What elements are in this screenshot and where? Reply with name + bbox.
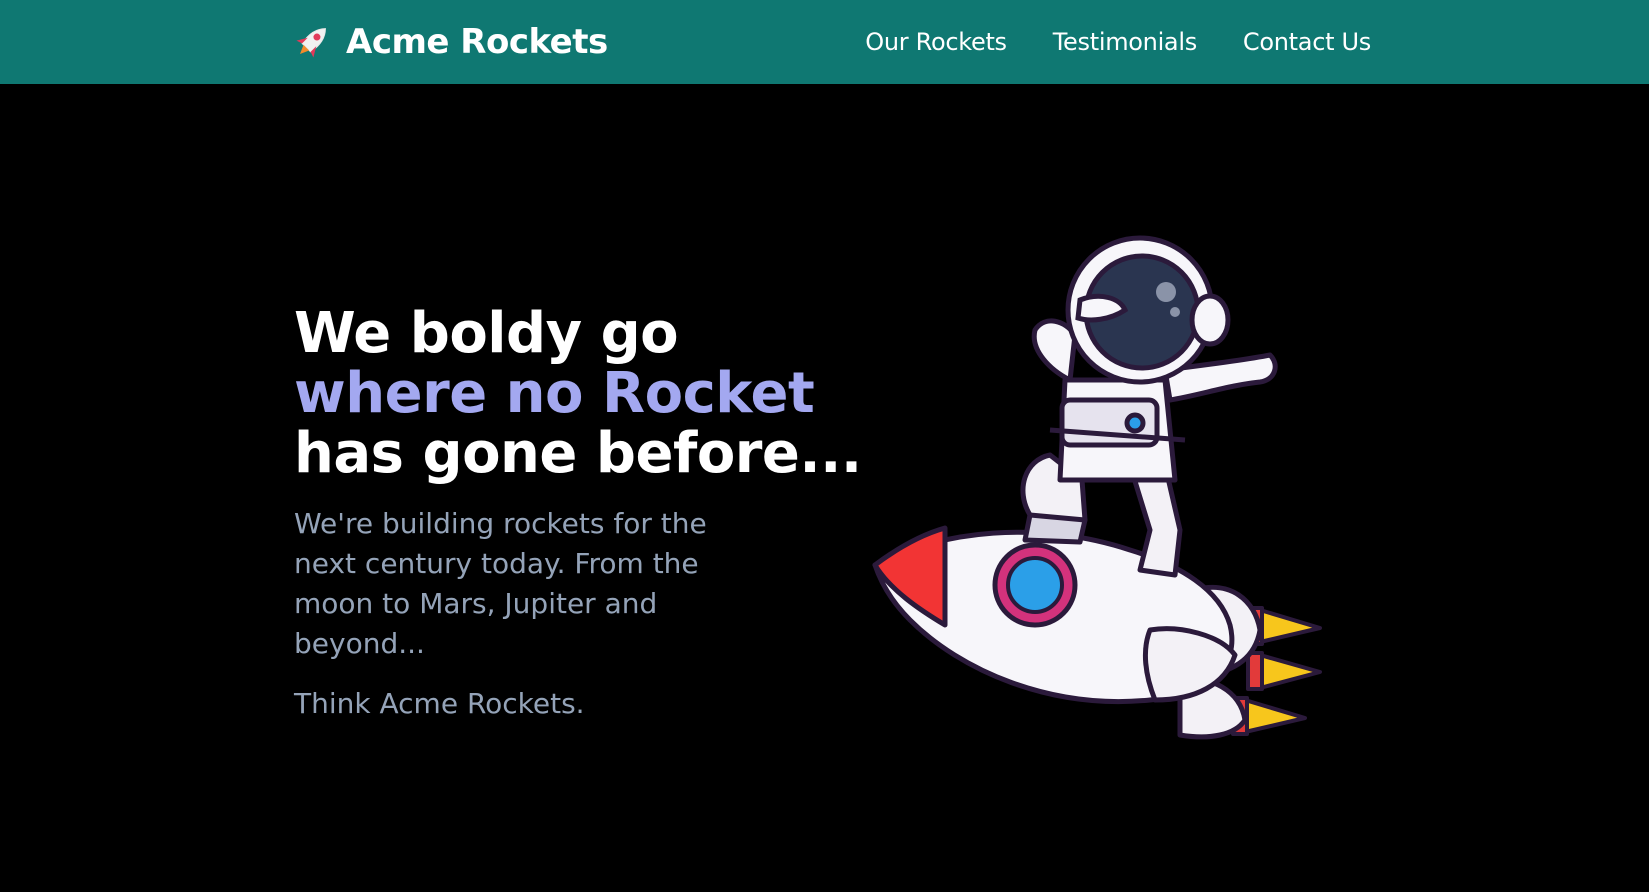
headline-line-2: where no Rocket	[294, 361, 815, 426]
hero-tagline: Think Acme Rockets.	[294, 687, 585, 720]
headline-line-3: has gone before...	[294, 421, 862, 486]
hero-lead: We're building rockets for the next cent…	[294, 507, 707, 660]
astronaut-on-rocket-illustration	[850, 230, 1350, 750]
nav-our-rockets[interactable]: Our Rockets	[865, 28, 1007, 56]
brand-name: Acme Rockets	[346, 22, 608, 62]
headline-line-1: We boldy go	[294, 301, 679, 366]
hero-section: We boldy go where no Rocket has gone bef…	[294, 301, 862, 724]
site-header: Acme Rockets Our Rockets Testimonials Co…	[0, 0, 1649, 84]
hero-headline: We boldy go where no Rocket has gone bef…	[294, 301, 862, 486]
astronaut-helmet	[1065, 235, 1231, 385]
rocket-window	[1006, 556, 1064, 614]
main-nav: Our Rockets Testimonials Contact Us	[865, 22, 1371, 62]
rocket-icon	[290, 20, 334, 64]
nav-testimonials[interactable]: Testimonials	[1053, 28, 1197, 56]
brand-link[interactable]: Acme Rockets	[290, 18, 608, 66]
nav-contact-us[interactable]: Contact Us	[1243, 28, 1371, 56]
